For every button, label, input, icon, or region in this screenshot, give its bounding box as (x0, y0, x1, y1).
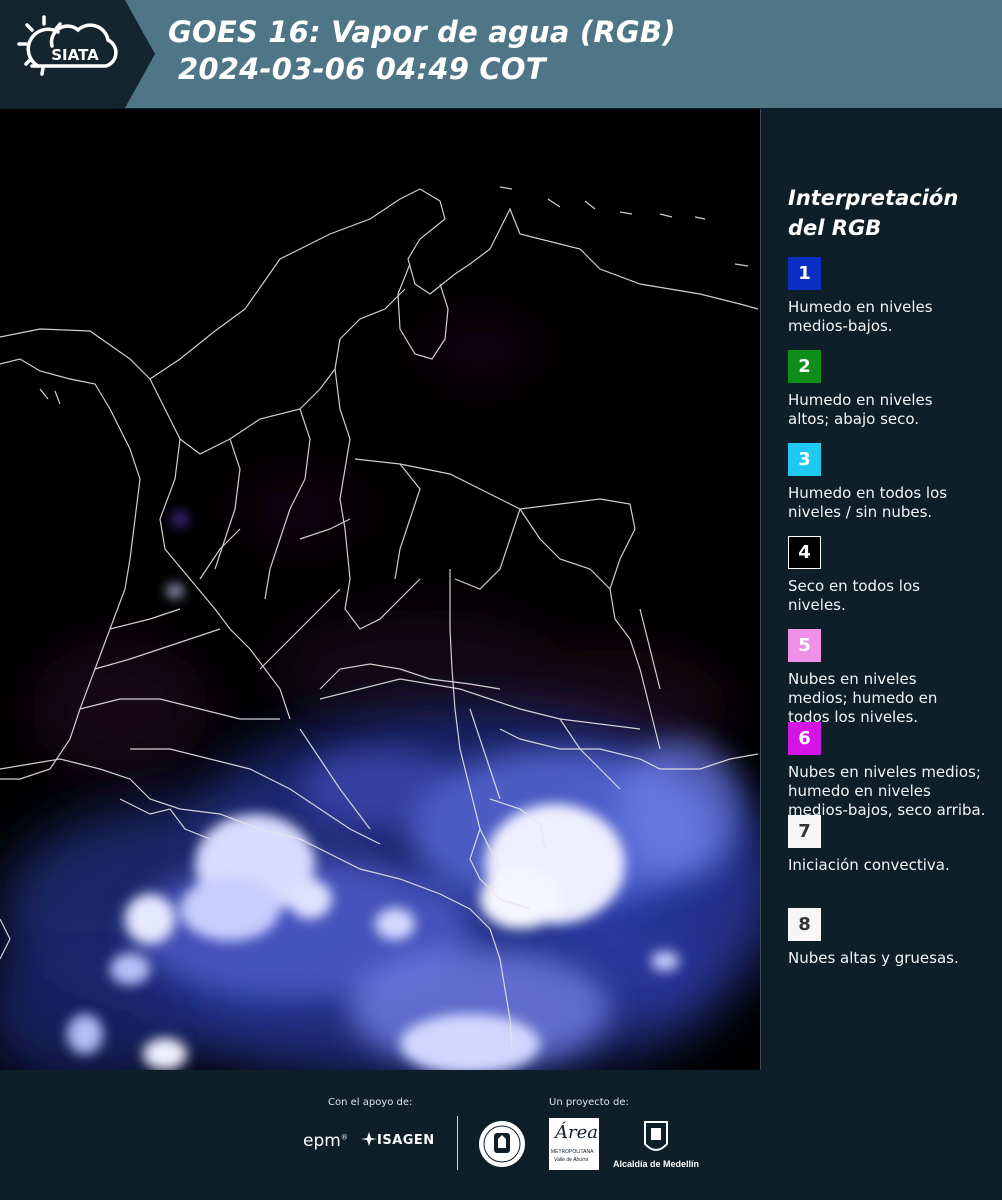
legend-description-line: humedo en niveles (788, 782, 931, 800)
isagen-logo[interactable]: ISAGEN (361, 1132, 435, 1148)
epm-logo-text: epm (303, 1131, 341, 1151)
legend-description-line: Nubes altas y gruesas. (788, 949, 959, 967)
support-label: Con el apoyo de: (328, 1097, 413, 1108)
alcaldia-logo-text: Alcaldía de Medellín (613, 1159, 700, 1169)
legend-title-line-1: Interpretación (788, 186, 959, 210)
project-label: Un proyecto de: (549, 1097, 629, 1108)
legend-description-line: Humedo en niveles (788, 391, 933, 409)
legend-color-swatch: 6 (788, 722, 821, 755)
header-bar: SIATA GOES 16: Vapor de agua (RGB) 2024-… (0, 0, 1002, 108)
alcaldia-medellin-logo[interactable]: Alcaldía de Medellín (613, 1118, 703, 1174)
legend-description-line: niveles. (788, 596, 846, 614)
title-line-2: 2024-03-06 04:49 COT (178, 52, 546, 86)
legend-item: 3 Humedo en todos los niveles / sin nubes. (788, 443, 988, 536)
footer-divider (457, 1116, 458, 1170)
legend-description-line: Nubes en niveles (788, 670, 917, 688)
legend-item: 4 Seco en todos los niveles. (788, 536, 988, 629)
siata-logo-graphic: SIATA (0, 0, 155, 108)
legend-description-line: Iniciación convectiva. (788, 856, 950, 874)
legend-items: 1 Humedo en niveles medios-bajos. 2 Humedo e… (788, 257, 988, 1001)
legend-item: 5 Nubes en niveles medios; humedo en todos … (788, 629, 988, 726)
area-logo-text: Área (555, 1122, 598, 1143)
legend-description: Nubes en niveles medios; humedo en todos l… (788, 670, 988, 727)
siata-logo-text: SIATA (51, 46, 99, 64)
legend-color-swatch: 1 (788, 257, 821, 290)
isagen-logo-text: ISAGEN (377, 1133, 435, 1148)
rgb-legend: Interpretación del RGB 1 Humedo en nivele… (788, 183, 988, 1001)
legend-description-line: Humedo en niveles (788, 298, 933, 316)
legend-description: Humedo en niveles medios-bajos. (788, 298, 988, 336)
legend-color-swatch: 4 (788, 536, 821, 569)
water-vapor-image (0, 109, 760, 1070)
area-metropolitana-logo[interactable]: Área METROPOLITANA Valle de Aburrá (549, 1118, 599, 1170)
legend-item: 6 Nubes en niveles medios; humedo en nivel… (788, 722, 988, 819)
area-logo-sub2: Valle de Aburrá (554, 1157, 589, 1163)
legend-description: Iniciación convectiva. (788, 856, 988, 875)
area-logo-sub1: METROPOLITANA (551, 1149, 594, 1155)
legend-description-line: niveles / sin nubes. (788, 503, 933, 521)
siata-logo[interactable]: SIATA (0, 0, 155, 108)
legend-item: 2 Humedo en niveles altos; abajo seco. (788, 350, 988, 443)
legend-description-line: Humedo en todos los (788, 484, 948, 502)
legend-description-line: Nubes en niveles medios; (788, 763, 981, 781)
legend-item: 1 Humedo en niveles medios-bajos. (788, 257, 988, 350)
legend-description: Humedo en niveles altos; abajo seco. (788, 391, 988, 429)
legend-description-line: medios; humedo en (788, 689, 938, 707)
legend-description: Humedo en todos los niveles / sin nubes. (788, 484, 988, 522)
isagen-star-icon (361, 1132, 377, 1146)
title-line-1: GOES 16: Vapor de agua (RGB) (168, 15, 676, 49)
legend-description-line: Seco en todos los (788, 577, 920, 595)
footer: Con el apoyo de: Un proyecto de: epm® IS… (0, 1070, 1002, 1200)
legend-description: Nubes altas y gruesas. (788, 949, 988, 968)
legend-title: Interpretación del RGB (788, 183, 988, 243)
antioquia-seal-logo[interactable] (478, 1120, 526, 1173)
epm-logo[interactable]: epm® (303, 1131, 348, 1151)
legend-description: Nubes en niveles medios; humedo en nivele… (788, 763, 988, 820)
legend-item: 8 Nubes altas y gruesas. (788, 908, 988, 1001)
page-title: GOES 16: Vapor de agua (RGB) 2024-03-06 … (168, 14, 676, 88)
legend-title-line-2: del RGB (788, 216, 882, 240)
legend-description: Seco en todos los niveles. (788, 577, 988, 615)
legend-item: 7 Iniciación convectiva. (788, 815, 988, 908)
legend-description-line: medios-bajos. (788, 317, 893, 335)
legend-color-swatch: 3 (788, 443, 821, 476)
legend-description-line: altos; abajo seco. (788, 410, 920, 428)
medellin-shield-icon (644, 1121, 668, 1151)
legend-color-swatch: 5 (788, 629, 821, 662)
legend-color-swatch: 8 (788, 908, 821, 941)
legend-color-swatch: 7 (788, 815, 821, 848)
satellite-map[interactable] (0, 109, 761, 1070)
legend-color-swatch: 2 (788, 350, 821, 383)
